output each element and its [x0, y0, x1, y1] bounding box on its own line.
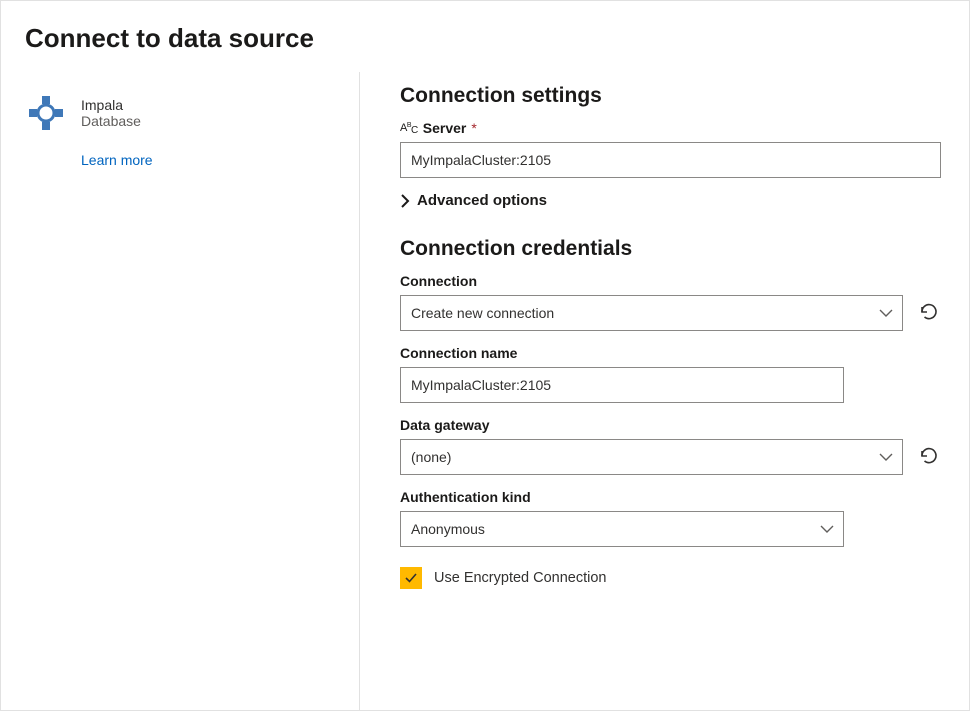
data-gateway-label: Data gateway — [400, 417, 941, 433]
refresh-icon — [918, 301, 940, 326]
authentication-kind-label: Authentication kind — [400, 489, 941, 505]
connection-select-wrap: Create new connection — [400, 295, 903, 331]
encrypted-connection-row: Use Encrypted Connection — [400, 567, 941, 589]
advanced-options-label: Advanced options — [417, 192, 547, 209]
encrypted-label: Use Encrypted Connection — [434, 570, 607, 586]
connection-name-label: Connection name — [400, 345, 941, 361]
dialog-frame: Connect to data source — [0, 0, 970, 711]
main-panel: Connection settings ABC Server * Advance… — [360, 72, 969, 711]
required-star-icon: * — [471, 120, 476, 136]
data-source-category: Database — [81, 113, 141, 129]
page-title: Connect to data source — [1, 1, 969, 72]
refresh-gateway-button[interactable] — [917, 445, 941, 469]
content-area: Impala Database Learn more Connection se… — [1, 72, 969, 711]
auth-select-wrap: Anonymous — [400, 511, 844, 547]
refresh-connection-button[interactable] — [917, 301, 941, 325]
connection-settings-title: Connection settings — [400, 84, 941, 108]
refresh-icon — [918, 445, 940, 470]
connection-name-input[interactable] — [400, 367, 844, 403]
data-source-name: Impala — [81, 97, 141, 113]
gateway-select-wrap: (none) — [400, 439, 903, 475]
server-label-text: Server — [423, 120, 467, 136]
advanced-options-toggle[interactable]: Advanced options — [400, 192, 941, 209]
server-input[interactable] — [400, 142, 941, 178]
chevron-right-icon — [400, 194, 410, 208]
sidebar: Impala Database Learn more — [1, 72, 359, 711]
authentication-select[interactable]: Anonymous — [400, 511, 844, 547]
gateway-select[interactable]: (none) — [400, 439, 903, 475]
learn-more-container: Learn more — [81, 152, 343, 168]
impala-icon — [25, 92, 67, 134]
server-field-label: ABC Server * — [400, 120, 941, 136]
connection-select[interactable]: Create new connection — [400, 295, 903, 331]
connection-credentials-title: Connection credentials — [400, 237, 941, 261]
data-source-text: Impala Database — [81, 97, 141, 129]
data-source-item: Impala Database — [25, 92, 343, 134]
learn-more-link[interactable]: Learn more — [81, 152, 153, 168]
text-type-icon: ABC — [400, 122, 418, 134]
connection-label: Connection — [400, 273, 941, 289]
checkmark-icon — [403, 570, 419, 586]
encrypted-checkbox[interactable] — [400, 567, 422, 589]
